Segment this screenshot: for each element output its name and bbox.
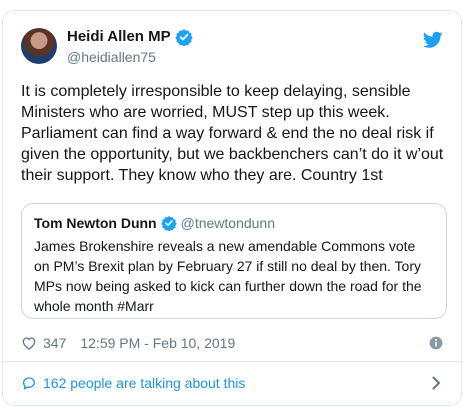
tweet-meta: 347 12:59 PM - Feb 10, 2019	[21, 333, 443, 353]
tweet-card: Heidi Allen MP @heidiallen75 It is compl…	[2, 10, 462, 406]
twitter-bird-icon[interactable]	[423, 31, 443, 49]
author-name-row[interactable]: Heidi Allen MP	[67, 28, 193, 46]
tweet-header: Heidi Allen MP @heidiallen75	[21, 28, 443, 78]
info-icon[interactable]	[429, 336, 443, 350]
quoted-header: Tom Newton Dunn @tnewtondunn	[34, 214, 434, 232]
quoted-author-handle: @tnewtondunn	[180, 215, 275, 231]
footer-divider	[3, 361, 461, 362]
author-name[interactable]: Heidi Allen MP	[67, 28, 171, 46]
author-avatar[interactable]	[21, 28, 57, 64]
quoted-text: James Brokenshire reveals a new amendabl…	[34, 238, 422, 314]
heart-icon[interactable]	[21, 335, 37, 351]
quoted-author-name: Tom Newton Dunn	[34, 215, 157, 231]
author-block[interactable]: Heidi Allen MP @heidiallen75	[67, 28, 193, 67]
tweet-timestamp[interactable]: 12:59 PM - Feb 10, 2019	[80, 335, 235, 351]
talking-about-label[interactable]: 162 people are talking about this	[43, 375, 245, 391]
tweet-text: It is completely irresponsible to keep d…	[21, 83, 444, 184]
conversation-link[interactable]: 162 people are talking about this	[21, 371, 443, 395]
author-handle[interactable]: @heidiallen75	[67, 47, 193, 67]
like-count[interactable]: 347	[43, 335, 66, 351]
quoted-tweet[interactable]: Tom Newton Dunn @tnewtondunn James Broke…	[21, 203, 447, 319]
chevron-right-icon[interactable]	[431, 376, 441, 390]
speech-bubble-icon	[23, 377, 35, 390]
verified-badge-icon	[160, 216, 177, 231]
verified-badge-icon	[174, 29, 193, 46]
